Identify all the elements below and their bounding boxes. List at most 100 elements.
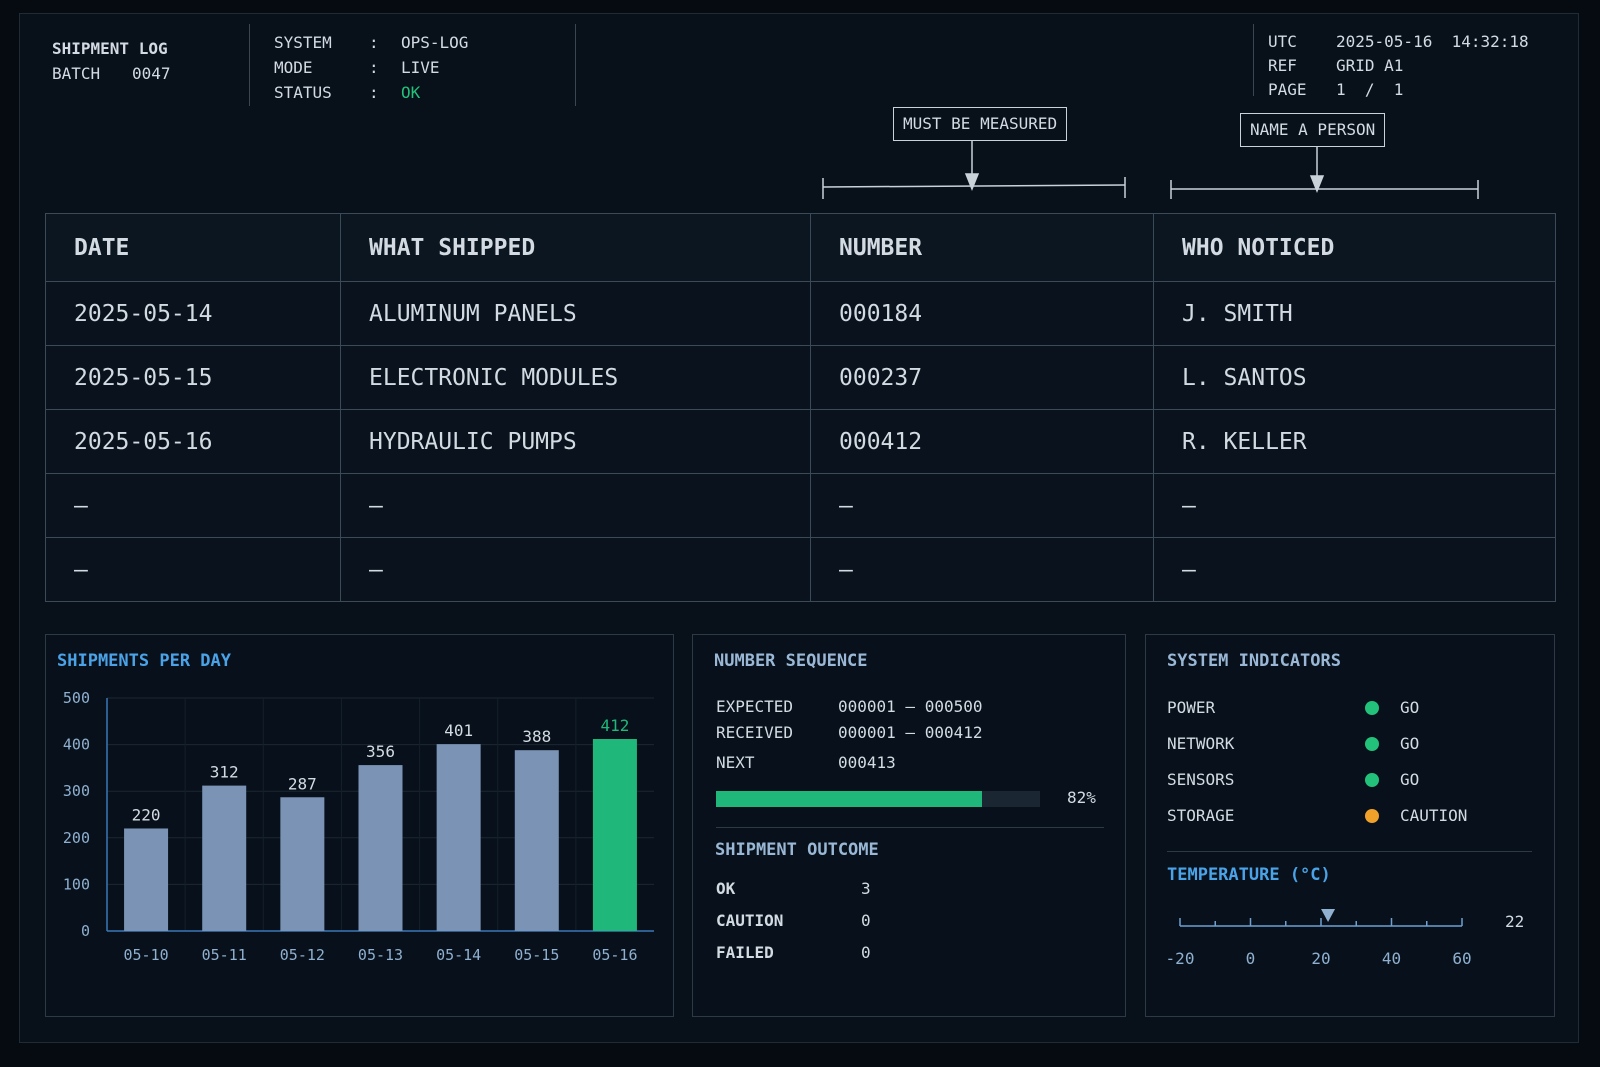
- indicator-sensors-status-dot: [1365, 773, 1379, 787]
- gauge-tick-label: -20: [1166, 949, 1195, 968]
- table-row-empty[interactable]: – – – –: [45, 473, 1556, 538]
- gauge-tick-label: 60: [1452, 949, 1471, 968]
- system-indicators-panel: SYSTEM INDICATORS POWER GO NETWORK GO SE…: [1145, 634, 1555, 1017]
- annotation-must-be-measured: MUST BE MEASURED: [893, 107, 1068, 141]
- outcome-ok-value: 3: [861, 879, 871, 898]
- x-tick-label: 05-13: [358, 946, 403, 964]
- cell-number: 000237: [810, 345, 1154, 410]
- indicator-power-label: POWER: [1167, 698, 1216, 717]
- received-label: RECEIVED: [716, 723, 794, 742]
- indicator-storage-status-dot: [1365, 809, 1379, 823]
- annotation-name-a-person: NAME A PERSON: [1240, 113, 1386, 147]
- outcome-title: SHIPMENT OUTCOME: [715, 840, 879, 860]
- gauge-tick-label: 0: [1246, 949, 1256, 968]
- cell-number: –: [810, 473, 1154, 538]
- expected-value: 000001 – 000500: [838, 697, 983, 716]
- cell-who-noticed: –: [1153, 537, 1556, 602]
- y-tick-label: 500: [63, 689, 90, 707]
- y-tick-label: 300: [63, 782, 90, 800]
- next-label: NEXT: [716, 753, 755, 772]
- temperature-gauge: -20 0 20 40 60: [1166, 909, 1472, 968]
- shipments-chart-panel: SHIPMENTS PER DAY 0 100 200 300 400 500 220 05-…: [45, 634, 674, 1017]
- outcome-ok-label: OK: [716, 879, 736, 898]
- expected-label: EXPECTED: [716, 697, 794, 716]
- cell-date: –: [45, 537, 341, 602]
- gauge-tick-label: 20: [1311, 949, 1330, 968]
- bar-value-label: 312: [210, 763, 239, 782]
- sequence-progress-fill: [716, 791, 982, 807]
- cell-who-noticed: J. SMITH: [1153, 281, 1556, 346]
- indicator-storage-label: STORAGE: [1167, 806, 1235, 825]
- table-row[interactable]: 2025-05-16 HYDRAULIC PUMPS 000412 R. KEL…: [45, 409, 1556, 474]
- bar-value-label: 388: [522, 727, 551, 746]
- outcome-failed-value: 0: [861, 943, 871, 962]
- cell-who-noticed: R. KELLER: [1153, 409, 1556, 474]
- y-tick-label: 400: [63, 736, 90, 754]
- indicator-power-state: GO: [1400, 698, 1420, 717]
- chart-bar[interactable]: [124, 828, 169, 931]
- cell-date: 2025-05-15: [45, 345, 341, 410]
- column-header-what-shipped[interactable]: WHAT SHIPPED: [340, 213, 811, 282]
- x-tick-label: 05-10: [123, 946, 168, 964]
- cell-what-shipped: ALUMINUM PANELS: [340, 281, 811, 346]
- bar-value-label: 401: [444, 721, 473, 740]
- section-divider: [1167, 851, 1532, 852]
- bar-value-label: 412: [600, 716, 629, 735]
- table-row-empty[interactable]: – – – –: [45, 537, 1556, 602]
- cell-date: 2025-05-14: [45, 281, 341, 346]
- sequence-title: NUMBER SEQUENCE: [714, 651, 868, 671]
- x-tick-label: 05-15: [514, 946, 559, 964]
- cell-what-shipped: –: [340, 537, 811, 602]
- annotation-brackets: [822, 141, 1479, 199]
- chart-bar[interactable]: [358, 765, 403, 931]
- next-value: 000413: [838, 753, 896, 772]
- indicator-network-label: NETWORK: [1167, 734, 1235, 753]
- table-row[interactable]: 2025-05-14 ALUMINUM PANELS 000184 J. SMI…: [45, 281, 1556, 346]
- gauge-tick-label: 40: [1382, 949, 1401, 968]
- indicator-storage-state: CAUTION: [1400, 806, 1468, 825]
- bar-chart: 0 100 200 300 400 500 220 05-10 312 05-11 287 05-12…: [63, 689, 654, 964]
- sequence-progress-bar: [716, 791, 1040, 807]
- indicator-sensors-state: GO: [1400, 770, 1420, 789]
- x-tick-label: 05-16: [592, 946, 637, 964]
- bar-value-label: 287: [288, 774, 317, 793]
- cell-who-noticed: –: [1153, 473, 1556, 538]
- indicator-network-status-dot: [1365, 737, 1379, 751]
- chart-bar[interactable]: [436, 744, 481, 931]
- x-tick-label: 05-12: [280, 946, 325, 964]
- cell-what-shipped: HYDRAULIC PUMPS: [340, 409, 811, 474]
- outcome-failed-label: FAILED: [716, 943, 774, 962]
- outcome-caution-label: CAUTION: [716, 911, 784, 930]
- cell-what-shipped: ELECTRONIC MODULES: [340, 345, 811, 410]
- x-tick-label: 05-11: [202, 946, 247, 964]
- temperature-title: TEMPERATURE (°C): [1167, 865, 1331, 885]
- received-value: 000001 – 000412: [838, 723, 983, 742]
- bar-value-label: 356: [366, 742, 395, 761]
- indicator-sensors-label: SENSORS: [1167, 770, 1235, 789]
- chart-bar[interactable]: [592, 739, 637, 931]
- cell-who-noticed: L. SANTOS: [1153, 345, 1556, 410]
- chart-bar[interactable]: [514, 750, 559, 931]
- outcome-caution-value: 0: [861, 911, 871, 930]
- indicator-power-status-dot: [1365, 701, 1379, 715]
- number-sequence-panel: NUMBER SEQUENCE EXPECTED 000001 – 000500…: [692, 634, 1126, 1017]
- column-header-date[interactable]: DATE: [45, 213, 341, 282]
- table-row[interactable]: 2025-05-15 ELECTRONIC MODULES 000237 L. …: [45, 345, 1556, 410]
- cell-number: –: [810, 537, 1154, 602]
- y-tick-label: 200: [63, 829, 90, 847]
- y-tick-label: 100: [63, 875, 90, 893]
- temperature-value: 22: [1505, 912, 1525, 931]
- cell-what-shipped: –: [340, 473, 811, 538]
- chart-bar[interactable]: [202, 785, 247, 931]
- column-header-who-noticed[interactable]: WHO NOTICED: [1153, 213, 1556, 282]
- y-tick-label: 0: [81, 922, 90, 940]
- cell-date: –: [45, 473, 341, 538]
- bar-value-label: 220: [132, 805, 161, 824]
- indicator-network-state: GO: [1400, 734, 1420, 753]
- cell-number: 000184: [810, 281, 1154, 346]
- progress-percent: 82%: [1067, 788, 1096, 807]
- chart-bar[interactable]: [280, 797, 325, 931]
- cell-number: 000412: [810, 409, 1154, 474]
- column-header-number[interactable]: NUMBER: [810, 213, 1154, 282]
- gauge-marker-icon: [1321, 909, 1336, 922]
